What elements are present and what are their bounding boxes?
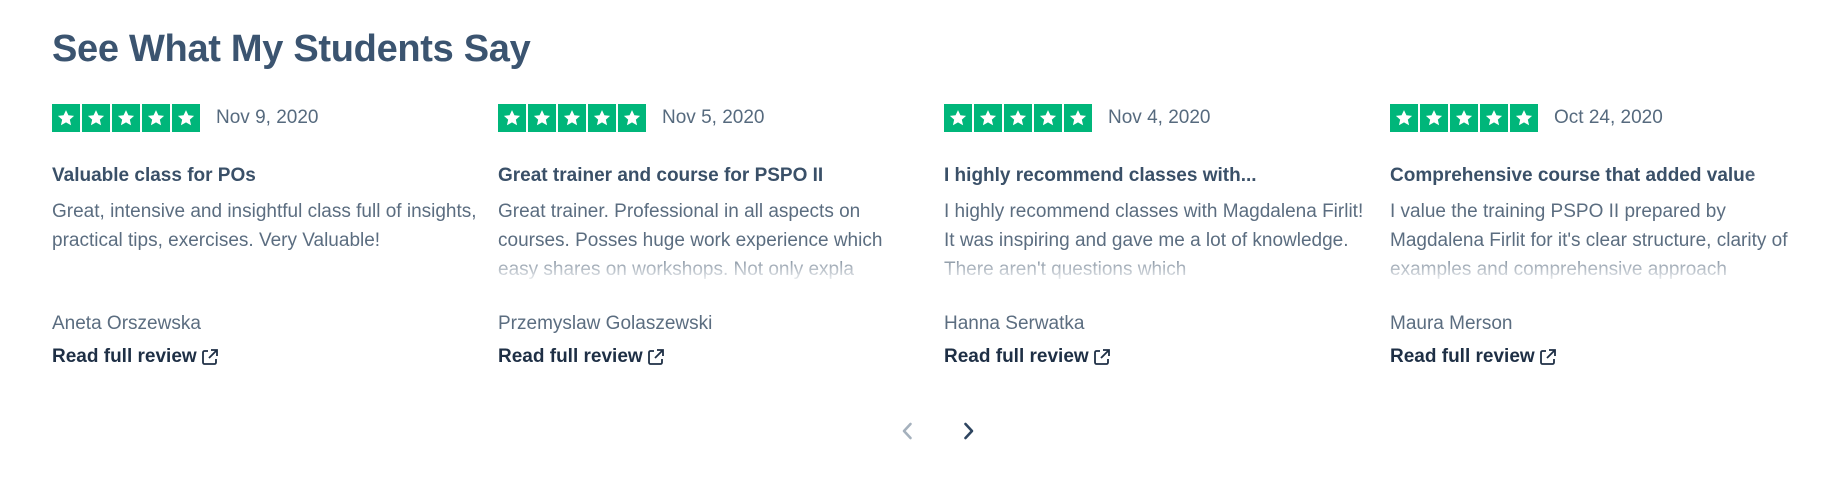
rating-row: Nov 5, 2020 [498, 103, 928, 133]
review-date: Nov 4, 2020 [1108, 107, 1211, 128]
external-link-icon [201, 348, 219, 366]
review-author: Hanna Serwatka [944, 313, 1085, 334]
read-full-review-link[interactable]: Read full review [52, 346, 219, 368]
star-icon [142, 104, 170, 132]
review-date: Oct 24, 2020 [1554, 107, 1663, 128]
star-icon [558, 104, 586, 132]
star-icon [1510, 104, 1538, 132]
external-link-icon [647, 348, 665, 366]
review-date: Nov 5, 2020 [662, 107, 765, 128]
review-body: I value the training PSPO II prepared by… [1390, 201, 1788, 280]
star-icon [498, 104, 526, 132]
previous-button[interactable] [896, 418, 918, 444]
read-full-review-link[interactable]: Read full review [1390, 346, 1557, 368]
read-full-review-label: Read full review [498, 346, 643, 367]
read-full-review-label: Read full review [944, 346, 1089, 367]
read-full-review-link[interactable]: Read full review [944, 346, 1111, 368]
chevron-left-icon [901, 422, 913, 440]
star-icon [112, 104, 140, 132]
rating-row: Oct 24, 2020 [1390, 103, 1820, 133]
chevron-right-icon [963, 422, 975, 440]
external-link-icon [1093, 348, 1111, 366]
review-title: Great trainer and course for PSPO II [498, 165, 824, 186]
star-icon [528, 104, 556, 132]
review-title: Comprehensive course that added value [1390, 165, 1756, 186]
review-card: Oct 24, 2020 Comprehensive course that a… [1390, 103, 1820, 383]
star-icon [1420, 104, 1448, 132]
rating-row: Nov 4, 2020 [944, 103, 1374, 133]
star-icon [588, 104, 616, 132]
review-author: Maura Merson [1390, 313, 1513, 334]
review-body: Great trainer. Professional in all aspec… [498, 201, 883, 280]
star-icon [618, 104, 646, 132]
carousel-pager [896, 418, 980, 444]
review-body: Great, intensive and insightful class fu… [52, 201, 477, 251]
review-title: Valuable class for POs [52, 165, 256, 186]
rating-row: Nov 9, 2020 [52, 103, 482, 133]
star-icon [1480, 104, 1508, 132]
star-icon [1450, 104, 1478, 132]
section-title: See What My Students Say [52, 28, 531, 70]
star-rating [52, 104, 200, 132]
review-carousel: Nov 9, 2020 Valuable class for POs Great… [52, 103, 1839, 383]
review-body: I highly recommend classes with Magdalen… [944, 201, 1364, 280]
review-card: Nov 9, 2020 Valuable class for POs Great… [52, 103, 482, 383]
review-author: Aneta Orszewska [52, 313, 201, 334]
read-full-review-link[interactable]: Read full review [498, 346, 665, 368]
read-full-review-label: Read full review [52, 346, 197, 367]
star-icon [172, 104, 200, 132]
review-card: Nov 5, 2020 Great trainer and course for… [498, 103, 928, 383]
review-card: Nov 4, 2020 I highly recommend classes w… [944, 103, 1374, 383]
star-icon [82, 104, 110, 132]
review-title: I highly recommend classes with... [944, 165, 1257, 186]
review-author: Przemyslaw Golaszewski [498, 313, 713, 334]
read-full-review-label: Read full review [1390, 346, 1535, 367]
external-link-icon [1539, 348, 1557, 366]
review-date: Nov 9, 2020 [216, 107, 319, 128]
star-icon [944, 104, 972, 132]
star-icon [1390, 104, 1418, 132]
star-rating [498, 104, 646, 132]
star-icon [1064, 104, 1092, 132]
star-icon [52, 104, 80, 132]
star-icon [1004, 104, 1032, 132]
star-rating [944, 104, 1092, 132]
star-icon [974, 104, 1002, 132]
star-rating [1390, 104, 1538, 132]
star-icon [1034, 104, 1062, 132]
next-button[interactable] [958, 418, 980, 444]
